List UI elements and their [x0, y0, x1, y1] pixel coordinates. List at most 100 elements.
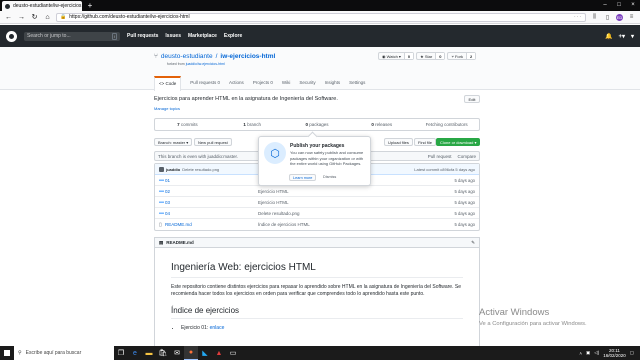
- page-actions-icon[interactable]: ···: [574, 14, 582, 20]
- maximize-button[interactable]: □: [612, 0, 626, 11]
- branches-summary[interactable]: 1 branch: [220, 119, 285, 130]
- file-commit-message[interactable]: Delete resultado.png: [258, 211, 455, 216]
- taskbar-search-input[interactable]: ⚲ Escribe aquí para buscar: [14, 346, 114, 360]
- vscode-icon[interactable]: ◣: [198, 346, 212, 360]
- nav-issues[interactable]: Issues: [165, 33, 181, 39]
- compare-link[interactable]: Compare: [457, 154, 476, 159]
- file-explorer-icon[interactable]: ▬: [142, 346, 156, 360]
- fork-count[interactable]: 2: [465, 53, 476, 59]
- sidebar-icon[interactable]: ▯: [603, 14, 612, 21]
- system-tray: ˄ ▣ ◁) 20:11 16/02/2020 ▢: [579, 348, 640, 358]
- file-name[interactable]: README.md: [165, 222, 258, 227]
- watch-button[interactable]: ◉ Watch ▾ 0: [378, 52, 415, 60]
- file-name[interactable]: 03: [165, 200, 258, 205]
- app-icon[interactable]: ▲: [212, 346, 226, 360]
- minimize-button[interactable]: –: [598, 0, 612, 11]
- edit-description-button[interactable]: Edit: [464, 95, 480, 103]
- fork-label: ⑂ Fork: [451, 54, 463, 59]
- exercise-link[interactable]: enlace: [210, 325, 225, 331]
- tray-chevron-icon[interactable]: ˄: [579, 351, 582, 356]
- tab-settings[interactable]: Settings: [349, 80, 365, 85]
- menu-icon[interactable]: ≡: [627, 14, 636, 20]
- file-name[interactable]: 01: [165, 178, 258, 183]
- upload-files-button[interactable]: Upload files: [384, 138, 413, 146]
- file-row[interactable]: ▬ 04 Delete resultado.png 5 days ago: [155, 208, 479, 219]
- edge-icon[interactable]: e: [128, 346, 142, 360]
- watch-count[interactable]: 0: [403, 53, 414, 59]
- notifications-icon[interactable]: ▢: [630, 350, 634, 356]
- repo-owner-link[interactable]: deusto-estudiante: [161, 53, 213, 60]
- pencil-icon[interactable]: ✎: [471, 240, 475, 246]
- tab-wiki[interactable]: Wiki: [282, 80, 291, 85]
- commits-summary[interactable]: 7 commits: [155, 119, 220, 130]
- contributors-summary[interactable]: Fetching contributors: [414, 119, 479, 130]
- start-button[interactable]: [0, 346, 14, 360]
- commit-message[interactable]: Delete resultado.png: [182, 167, 219, 172]
- file-row[interactable]: ▬ 03 Ejercicio HTML 5 days ago: [155, 197, 479, 208]
- star-count[interactable]: 0: [435, 53, 445, 59]
- tab-code[interactable]: <> Code: [154, 75, 182, 91]
- tab-insights[interactable]: Insights: [325, 80, 341, 85]
- search-placeholder: Search or jump to...: [27, 33, 71, 39]
- clone-download-button[interactable]: Clone or download ▾: [436, 138, 481, 146]
- lock-icon: 🔒: [60, 14, 67, 20]
- tab-security[interactable]: Security: [299, 80, 315, 85]
- network-icon[interactable]: ▣: [586, 350, 590, 356]
- profile-avatar[interactable]: ED: [616, 13, 623, 21]
- new-pull-request-button[interactable]: New pull request: [194, 138, 232, 146]
- browser-tab-bar: [0, 0, 640, 11]
- create-new-icon[interactable]: +▾: [618, 33, 625, 40]
- branch-select-button[interactable]: Branch: master ▾: [154, 138, 193, 146]
- close-window-button[interactable]: ×: [626, 0, 640, 11]
- commit-author[interactable]: juaddio: [166, 167, 180, 172]
- terminal-icon[interactable]: ▭: [226, 346, 240, 360]
- tab-pull-requests[interactable]: Pull requests 0: [190, 80, 220, 85]
- nav-marketplace[interactable]: Marketplace: [188, 33, 217, 39]
- reload-icon[interactable]: ↻: [30, 13, 39, 21]
- releases-summary[interactable]: 0 releases: [349, 119, 414, 130]
- forked-from-link[interactable]: juaddio/iw-ejercicios-html: [186, 62, 225, 66]
- firefox-icon[interactable]: ●: [184, 346, 198, 360]
- browser-tab[interactable]: deusto-estudiante/iw-ejercicios ×: [2, 1, 82, 11]
- packages-label: packages: [309, 122, 329, 127]
- packages-summary[interactable]: 0 packages: [285, 119, 350, 130]
- find-file-button[interactable]: Find file: [414, 138, 437, 146]
- fork-button[interactable]: ⑂ Fork 2: [447, 52, 477, 60]
- repo-action-buttons: ◉ Watch ▾ 0 ★ Star 0 ⑂ Fork 2: [378, 52, 477, 60]
- dismiss-button[interactable]: Dismiss: [323, 174, 336, 181]
- latest-commit-info[interactable]: Latest commit c896cfa 5 days ago: [414, 167, 475, 172]
- nav-explore[interactable]: Explore: [224, 33, 242, 39]
- star-button[interactable]: ★ Star 0: [416, 52, 446, 60]
- store-icon[interactable]: 🛍: [156, 346, 170, 360]
- home-icon[interactable]: ⌂: [43, 14, 52, 21]
- new-tab-button[interactable]: +: [85, 1, 95, 10]
- browser-toolbar: ← → ↻ ⌂ 🔒 https://github.com/deusto-estu…: [0, 11, 640, 24]
- github-logo-icon[interactable]: [6, 30, 17, 42]
- mail-icon[interactable]: ✉: [170, 346, 184, 360]
- clock[interactable]: 20:11 16/02/2020: [603, 348, 626, 358]
- file-name[interactable]: 04: [165, 211, 258, 216]
- manage-topics-link[interactable]: Manage topics: [154, 106, 180, 111]
- volume-icon[interactable]: ◁): [594, 350, 599, 356]
- learn-more-button[interactable]: Learn more: [289, 174, 317, 181]
- notifications-bell-icon[interactable]: 🔔: [605, 33, 612, 40]
- user-menu-icon[interactable]: ▾: [631, 33, 634, 40]
- pull-request-link[interactable]: Pull request: [428, 154, 452, 159]
- github-search-input[interactable]: Search or jump to... /: [24, 31, 120, 41]
- task-view-icon[interactable]: ❐: [114, 346, 128, 360]
- file-row[interactable]: ▯ README.md Índice de ejercicios HTML 5 …: [155, 219, 479, 230]
- tab-actions[interactable]: Actions: [229, 80, 244, 85]
- file-name[interactable]: 02: [165, 189, 258, 194]
- file-commit-message[interactable]: Ejercicio HTML: [258, 189, 455, 194]
- repo-name-link[interactable]: iw-ejercicios-html: [220, 53, 275, 60]
- commits-count: 7: [177, 122, 180, 127]
- tab-projects[interactable]: Projects 0: [253, 80, 273, 85]
- url-bar[interactable]: 🔒 https://github.com/deusto-estudiante/i…: [56, 12, 586, 22]
- file-row[interactable]: ▬ 02 Ejercicio HTML 5 days ago: [155, 186, 479, 197]
- file-commit-message[interactable]: Ejercicio HTML: [258, 200, 455, 205]
- back-icon[interactable]: ←: [4, 14, 13, 21]
- forward-icon[interactable]: →: [17, 14, 26, 21]
- library-icon[interactable]: ⫼: [590, 14, 599, 21]
- file-commit-message[interactable]: Índice de ejercicios HTML: [258, 222, 455, 227]
- nav-pull-requests[interactable]: Pull requests: [127, 33, 158, 39]
